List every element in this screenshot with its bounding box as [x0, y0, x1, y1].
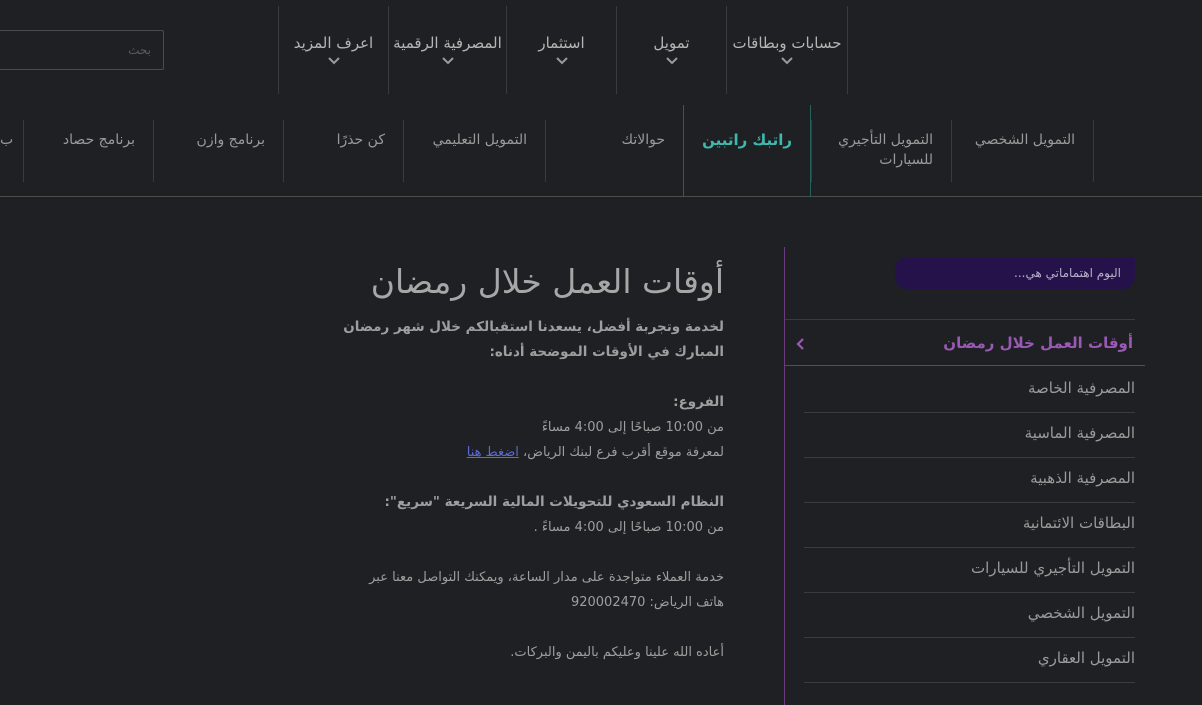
sidebar-item-credit-cards[interactable]: البطاقات الائتمانية: [804, 503, 1135, 548]
branch-locator-link[interactable]: اضغط هنا: [467, 445, 519, 460]
subnav-label: برنامج وازن: [196, 132, 265, 148]
subnav-label: راتبك راتبين: [702, 131, 792, 149]
interest-selector[interactable]: اليوم اهتماماتي هي...: [895, 257, 1135, 289]
sarie-heading: النظام السعودي للتحويلات المالية السريعة…: [384, 494, 724, 510]
search-input[interactable]: [0, 31, 163, 69]
search-box: [0, 30, 164, 70]
branches-heading: الفروع:: [673, 394, 724, 410]
closing-text: أعاده الله علينا وعليكم باليمن والبركات.: [510, 645, 724, 660]
divider: [785, 319, 1135, 320]
branches-hours: من 10:00 صباحًا إلى 4:00 مساءً: [541, 420, 724, 435]
sidebar-item-auto-lease[interactable]: التمويل التأجيري للسيارات: [804, 548, 1135, 593]
nav-digital-banking[interactable]: المصرفية الرقمية: [388, 6, 506, 94]
nav-investment[interactable]: استثمار: [506, 6, 616, 94]
customer-service-text: خدمة العملاء متواجدة على مدار الساعة، وي…: [369, 570, 724, 585]
sidebar-item-private-banking[interactable]: المصرفية الخاصة: [804, 368, 1135, 413]
branch-locator-text: لمعرفة موقع أقرب فرع لبنك الرياض،: [523, 445, 724, 460]
nav-label: تمويل: [653, 34, 690, 52]
chevron-down-icon: [327, 57, 340, 65]
subnav-label: التمويل الشخصي: [974, 132, 1075, 148]
nav-accounts-cards[interactable]: حسابات وبطاقات: [726, 6, 848, 94]
subnav-wazen-program[interactable]: برنامج وازن: [153, 120, 283, 182]
chevron-down-icon: [441, 57, 454, 65]
chevron-down-icon: [665, 57, 678, 65]
subnav-hasad-program[interactable]: برنامج حصاد: [23, 120, 153, 182]
subnav-be-careful[interactable]: كن حذرًا: [283, 120, 403, 182]
nav-label: استثمار: [538, 34, 585, 52]
top-navigation: حسابات وبطاقات تمويل استثمار المصرفية ال…: [0, 0, 1202, 96]
sidebar-item-personal-finance[interactable]: التمويل الشخصي: [804, 593, 1135, 638]
sidebar-list: المصرفية الخاصة المصرفية الماسية المصرفي…: [804, 368, 1135, 683]
sidebar-item-gold-banking[interactable]: المصرفية الذهبية: [804, 458, 1135, 503]
sidebar-item-mortgage[interactable]: التمويل العقاري: [804, 638, 1135, 683]
sidebar-item-label: أوقات العمل خلال رمضان: [943, 334, 1133, 352]
subnav-label: حوالاتك: [621, 132, 665, 148]
sidebar-item-ramadan-hours[interactable]: أوقات العمل خلال رمضان: [785, 330, 1145, 366]
subnav-label: ب: [0, 132, 14, 148]
nav-financing[interactable]: تمويل: [616, 6, 726, 94]
nav-label: المصرفية الرقمية: [393, 34, 502, 52]
subnav-label: كن حذرًا: [336, 132, 385, 148]
sidebar-item-diamond-banking[interactable]: المصرفية الماسية: [804, 413, 1135, 458]
chevron-left-icon: [796, 338, 804, 350]
subnav-personal-finance[interactable]: التمويل الشخصي: [951, 120, 1094, 182]
subnav-auto-lease[interactable]: التمويل التأجيري للسيارات: [811, 120, 951, 182]
nav-label: اعرف المزيد: [293, 34, 374, 52]
sub-navigation: التمويل الشخصي التمويل التأجيري للسيارات…: [0, 96, 1202, 197]
sarie-hours: من 10:00 صباحًا إلى 4:00 مساءً .: [533, 520, 724, 535]
subnav-label: التمويل التأجيري للسيارات: [838, 132, 933, 168]
page-title: أوقات العمل خلال رمضان: [370, 262, 724, 301]
nav-label: حسابات وبطاقات: [732, 34, 842, 52]
subnav-double-salary[interactable]: راتبك راتبين: [683, 105, 811, 197]
chevron-down-icon: [781, 57, 793, 65]
chevron-down-icon: [555, 57, 568, 65]
sidebar: اليوم اهتماماتي هي... أوقات العمل خلال ر…: [784, 247, 1145, 705]
subnav-education-finance[interactable]: التمويل التعليمي: [403, 120, 545, 182]
customer-service-phone: هاتف الرياض: 920002470: [570, 595, 724, 610]
main-content: أوقات العمل خلال رمضان لخدمة وتجربة أفضل…: [320, 255, 724, 665]
subnav-label: برنامج حصاد: [62, 132, 135, 148]
branch-locator-line: لمعرفة موقع أقرب فرع لبنك الرياض، اضغط ه…: [320, 440, 724, 465]
intro-text: لخدمة وتجربة أفضل، يسعدنا استقبالكم خلال…: [343, 319, 724, 360]
nav-learn-more[interactable]: اعرف المزيد: [278, 6, 388, 94]
subnav-transfers[interactable]: حوالاتك: [545, 120, 683, 182]
subnav-label: التمويل التعليمي: [432, 132, 527, 148]
subnav-overflow-item[interactable]: ب: [0, 120, 23, 182]
